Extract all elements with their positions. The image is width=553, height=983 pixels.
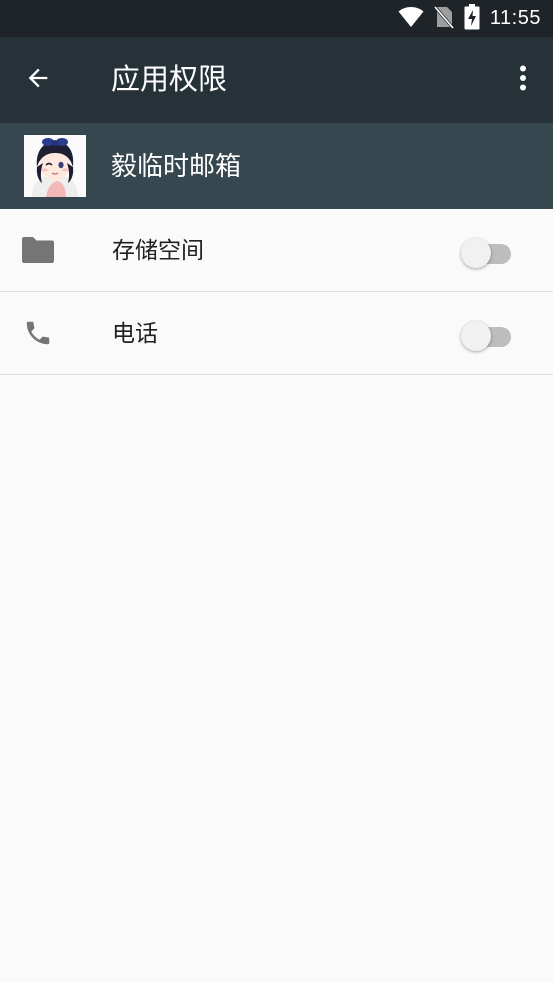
page-title: 应用权限: [111, 64, 228, 96]
arrow-back-icon: [24, 64, 52, 96]
permission-row-phone[interactable]: 电话: [0, 292, 553, 375]
more-vert-icon: [519, 65, 527, 95]
back-button[interactable]: [16, 58, 60, 102]
app-header: 毅临时邮箱: [0, 123, 553, 209]
app-name: 毅临时邮箱: [111, 151, 242, 181]
storage-permission-toggle[interactable]: [461, 238, 513, 268]
status-time: 11:55: [489, 7, 541, 29]
permission-label: 存储空间: [112, 237, 204, 263]
more-options-button[interactable]: [505, 58, 541, 102]
wifi-icon: [398, 6, 424, 32]
app-bar: 应用权限: [0, 37, 553, 123]
phone-icon: [20, 315, 56, 351]
phone-permission-toggle[interactable]: [461, 321, 513, 351]
status-icons: 11:55: [398, 0, 541, 37]
status-bar: 11:55: [0, 0, 553, 37]
folder-icon: [20, 232, 56, 268]
battery-charging-icon: [464, 3, 480, 34]
no-sim-icon: [433, 5, 455, 33]
app-avatar-image: [24, 135, 86, 197]
toggle-thumb: [461, 321, 491, 351]
permission-row-storage[interactable]: 存储空间: [0, 209, 553, 292]
toggle-thumb: [461, 238, 491, 268]
permission-list: 存储空间 电话: [0, 209, 553, 375]
permission-label: 电话: [112, 320, 158, 346]
